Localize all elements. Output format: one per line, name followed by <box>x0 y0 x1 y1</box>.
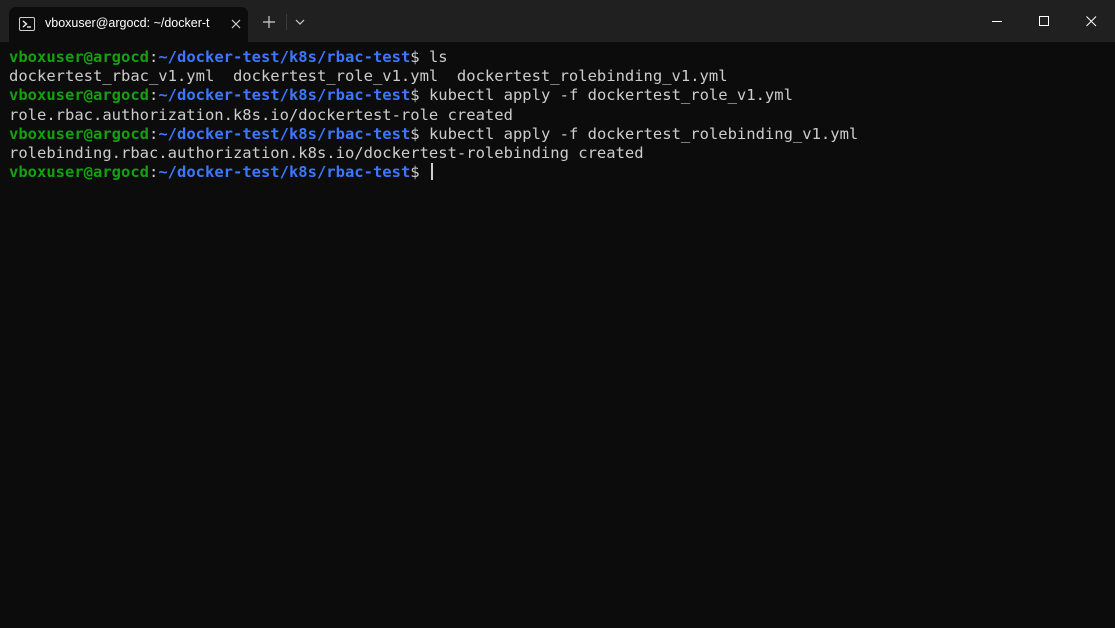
output-line: role.rbac.authorization.k8s.io/dockertes… <box>9 106 1115 125</box>
command-text: kubectl apply -f dockertest_rolebinding_… <box>428 124 859 143</box>
prompt-dollar: $ <box>410 163 429 182</box>
output-text: rolebinding.rbac.authorization.k8s.io/do… <box>9 143 644 162</box>
prompt-line: vboxuser@argocd:~/docker-test/k8s/rbac-t… <box>9 163 1115 182</box>
prompt-user: vboxuser@argocd <box>9 124 149 143</box>
prompt-separator: : <box>148 163 159 182</box>
text-cursor <box>430 163 433 181</box>
plus-icon[interactable] <box>260 13 278 31</box>
output-line: dockertest_rbac_v1.yml dockertest_role_v… <box>9 67 1115 86</box>
chevron-down-icon[interactable] <box>292 14 308 30</box>
powershell-terminal-icon <box>19 17 35 31</box>
prompt-line: vboxuser@argocd:~/docker-test/k8s/rbac-t… <box>9 125 1115 144</box>
prompt-line: vboxuser@argocd:~/docker-test/k8s/rbac-t… <box>9 48 1115 67</box>
prompt-path: ~/docker-test/k8s/rbac-test <box>158 48 411 66</box>
maximize-button[interactable] <box>1021 0 1067 42</box>
scrollbar[interactable] <box>1109 42 1115 628</box>
command-text: kubectl apply -f dockertest_role_v1.yml <box>428 86 793 105</box>
terminal-output[interactable]: vboxuser@argocd:~/docker-test/k8s/rbac-t… <box>0 42 1115 628</box>
prompt-path: ~/docker-test/k8s/rbac-test <box>158 86 411 105</box>
tab-divider <box>286 14 287 30</box>
prompt-line: vboxuser@argocd:~/docker-test/k8s/rbac-t… <box>9 86 1115 105</box>
prompt-path: ~/docker-test/k8s/rbac-test <box>158 163 411 182</box>
minimize-icon <box>992 21 1002 22</box>
close-window-button[interactable] <box>1068 0 1114 42</box>
minimize-button[interactable] <box>974 0 1020 42</box>
close-icon <box>1086 16 1097 27</box>
prompt-user: vboxuser@argocd <box>9 163 149 182</box>
tab-title: vboxuser@argocd: ~/docker-t <box>45 16 210 30</box>
prompt-path: ~/docker-test/k8s/rbac-test <box>158 124 411 143</box>
prompt-separator: : <box>148 124 159 143</box>
prompt-user: vboxuser@argocd <box>9 48 149 66</box>
maximize-icon <box>1039 16 1049 26</box>
prompt-separator: : <box>148 48 159 66</box>
prompt-dollar: $ <box>410 124 429 143</box>
close-icon[interactable] <box>228 16 244 32</box>
output-text: dockertest_rbac_v1.yml dockertest_role_v… <box>9 67 728 86</box>
command-text: ls <box>428 48 448 66</box>
output-line: rolebinding.rbac.authorization.k8s.io/do… <box>9 144 1115 163</box>
prompt-user: vboxuser@argocd <box>9 86 149 105</box>
prompt-dollar: $ <box>410 48 429 66</box>
terminal-tab[interactable]: vboxuser@argocd: ~/docker-t <box>9 7 248 42</box>
title-bar: vboxuser@argocd: ~/docker-t <box>0 0 1115 42</box>
prompt-separator: : <box>148 86 159 105</box>
prompt-dollar: $ <box>410 86 429 105</box>
terminal-window: vboxuser@argocd: ~/docker-t vboxuser@arg… <box>0 0 1115 628</box>
output-text: role.rbac.authorization.k8s.io/dockertes… <box>9 105 513 124</box>
